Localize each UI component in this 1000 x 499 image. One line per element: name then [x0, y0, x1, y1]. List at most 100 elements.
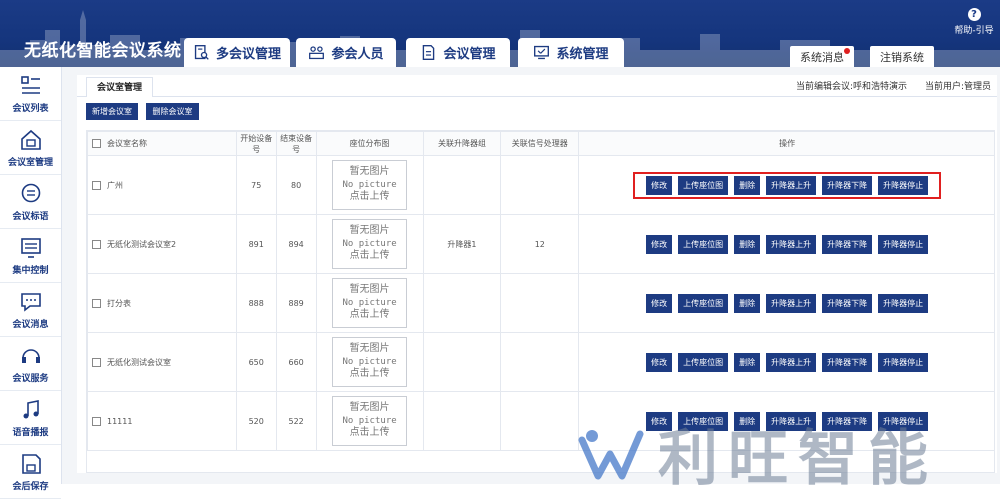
tab-system-management[interactable]: 系统管理	[518, 38, 624, 67]
edit-button[interactable]: 修改	[646, 293, 673, 313]
cell-start-device: 650	[235, 332, 277, 392]
lifter-up-button[interactable]: 升降器上升	[766, 293, 817, 313]
row-checkbox[interactable]	[92, 239, 101, 249]
list-icon	[20, 75, 40, 94]
action-group: 修改 上传座位图 删除 升降器上升 升降器下降 升降器停止	[579, 293, 994, 313]
room-name: 无纸化测试会议室2	[107, 239, 177, 249]
lifter-stop-button[interactable]: 升降器停止	[878, 175, 929, 195]
cell-actions: 修改 上传座位图 删除 升降器上升 升降器下降 升降器停止	[578, 155, 994, 215]
lifter-down-button[interactable]: 升降器下降	[822, 411, 873, 431]
lifter-stop-button[interactable]: 升降器停止	[878, 293, 929, 313]
action-group: 修改 上传座位图 删除 升降器上升 升降器下降 升降器停止	[579, 234, 994, 254]
no-picture-en: No picture	[342, 238, 397, 249]
cell-lifter-group	[422, 273, 502, 333]
delete-meeting-room-button[interactable]: 删除会议室	[146, 103, 199, 120]
seat-map-upload[interactable]: 暂无图片 No picture 点击上传	[332, 160, 408, 210]
sidebar-item-label: 会议服务	[12, 373, 49, 384]
select-all-checkbox[interactable]	[92, 139, 101, 148]
help-button[interactable]: ? 帮助-引导	[954, 8, 994, 36]
cell-lifter-group	[422, 332, 502, 392]
delete-button[interactable]: 删除	[734, 293, 761, 313]
tab-meeting-management[interactable]: 会议管理	[406, 38, 510, 67]
upload-seat-map-button[interactable]: 上传座位图	[678, 411, 729, 431]
tab-multi-meeting[interactable]: 多会议管理	[184, 38, 290, 67]
upload-seat-map-button[interactable]: 上传座位图	[678, 175, 729, 195]
sidebar-item-service[interactable]: 会议服务	[0, 337, 61, 391]
add-meeting-room-button[interactable]: 新增会议室	[86, 103, 138, 120]
seat-map-upload[interactable]: 暂无图片 No picture 点击上传	[332, 337, 408, 387]
upload-seat-map-button[interactable]: 上传座位图	[678, 352, 729, 372]
lifter-down-button[interactable]: 升降器下降	[822, 352, 873, 372]
lifter-down-button[interactable]: 升降器下降	[822, 175, 873, 195]
cell-actions: 修改 上传座位图 删除 升降器上升 升降器下降 升降器停止	[578, 214, 994, 274]
message-icon	[20, 292, 41, 312]
sidebar-item-central-control[interactable]: 集中控制	[0, 229, 61, 283]
app-title: 无纸化智能会议系统	[24, 41, 182, 61]
cell-start-device: 520	[235, 391, 277, 451]
sidebar-item-meeting-room[interactable]: 会议室管理	[0, 121, 61, 175]
table-row: 打分表 888 889 暂无图片 No picture 点击上传 修改 上传座位图 删除 升降器上…	[87, 273, 994, 333]
sidebar-item-voice-broadcast[interactable]: 语音播报	[0, 391, 61, 445]
seat-map-upload[interactable]: 暂无图片 No picture 点击上传	[332, 278, 408, 328]
delete-button[interactable]: 删除	[734, 411, 761, 431]
cell-room-name: 11111	[87, 391, 237, 451]
main-area: 会议室管理 当前编辑会议:呼和浩特演示 当前用户:管理员 新增会议室 删除会议室…	[62, 67, 1000, 484]
cell-signal-processor: 12	[500, 214, 580, 274]
cell-end-device: 889	[275, 273, 317, 333]
lifter-up-button[interactable]: 升降器上升	[766, 411, 817, 431]
logout-button[interactable]: 注销系统	[870, 46, 934, 67]
click-upload-text: 点击上传	[349, 309, 390, 320]
lifter-stop-button[interactable]: 升降器停止	[878, 234, 929, 254]
sidebar-item-label: 会后保存	[12, 481, 49, 492]
lifter-up-button[interactable]: 升降器上升	[766, 234, 817, 254]
lifter-stop-button[interactable]: 升降器停止	[878, 411, 929, 431]
current-user-label: 当前用户:管理员	[925, 82, 992, 92]
sidebar-item-save[interactable]: 会后保存	[0, 445, 61, 499]
cell-lifter-group	[422, 155, 502, 215]
tab-meeting-room-management[interactable]: 会议室管理	[86, 77, 154, 97]
lifter-down-button[interactable]: 升降器下降	[822, 234, 873, 254]
lifter-down-button[interactable]: 升降器下降	[822, 293, 873, 313]
system-message-button[interactable]: 系统消息	[790, 46, 854, 67]
edit-button[interactable]: 修改	[646, 175, 673, 195]
row-checkbox[interactable]	[92, 357, 101, 367]
sidebar-item-meeting-list[interactable]: 会议列表	[0, 67, 61, 121]
cell-actions: 修改 上传座位图 删除 升降器上升 升降器下降 升降器停止	[578, 273, 994, 333]
lifter-stop-button[interactable]: 升降器停止	[878, 352, 929, 372]
delete-button[interactable]: 删除	[734, 234, 761, 254]
room-name: 无纸化测试会议室	[107, 357, 171, 367]
click-upload-text: 点击上传	[349, 427, 390, 438]
cell-seat-map: 暂无图片 No picture 点击上传	[315, 155, 424, 215]
sidebar-item-slogan[interactable]: 会议标语	[0, 175, 61, 229]
no-picture-text: 暂无图片	[349, 225, 390, 236]
seat-map-upload[interactable]: 暂无图片 No picture 点击上传	[332, 219, 408, 269]
sidebar-item-message[interactable]: 会议消息	[0, 283, 61, 337]
lifter-up-button[interactable]: 升降器上升	[766, 352, 817, 372]
sidebar: 会议列表 会议室管理 会议标语 集中控制 会议消息 会议服务 语音播报 会后保存	[0, 67, 62, 499]
delete-button[interactable]: 删除	[734, 175, 761, 195]
row-checkbox[interactable]	[92, 416, 101, 426]
tab-participants[interactable]: 参会人员	[296, 38, 396, 67]
upload-seat-map-button[interactable]: 上传座位图	[678, 234, 729, 254]
upload-seat-map-button[interactable]: 上传座位图	[678, 293, 729, 313]
row-checkbox[interactable]	[92, 180, 101, 190]
cell-seat-map: 暂无图片 No picture 点击上传	[315, 391, 424, 451]
edit-button[interactable]: 修改	[646, 234, 673, 254]
row-checkbox[interactable]	[92, 298, 101, 308]
no-picture-text: 暂无图片	[349, 166, 390, 177]
cell-start-device: 888	[235, 273, 277, 333]
edit-button[interactable]: 修改	[646, 352, 673, 372]
cell-lifter-group: 升降器1	[422, 214, 502, 274]
edit-button[interactable]: 修改	[646, 411, 673, 431]
lifter-up-button[interactable]: 升降器上升	[766, 175, 817, 195]
logout-label: 注销系统	[880, 50, 924, 64]
cell-end-device: 660	[275, 332, 317, 392]
seat-map-upload[interactable]: 暂无图片 No picture 点击上传	[332, 396, 408, 446]
notification-dot	[844, 48, 850, 54]
content-panel: 会议室管理 当前编辑会议:呼和浩特演示 当前用户:管理员 新增会议室 删除会议室…	[77, 75, 997, 473]
current-meeting-label: 当前编辑会议:呼和浩特演示	[796, 82, 908, 92]
delete-button[interactable]: 删除	[734, 352, 761, 372]
top-header: 无纸化智能会议系统 多会议管理 参会人员 会议管理 系统管理 系统消息 注销系统…	[0, 0, 1000, 67]
cell-lifter-group	[422, 391, 502, 451]
room-name: 打分表	[107, 298, 131, 308]
